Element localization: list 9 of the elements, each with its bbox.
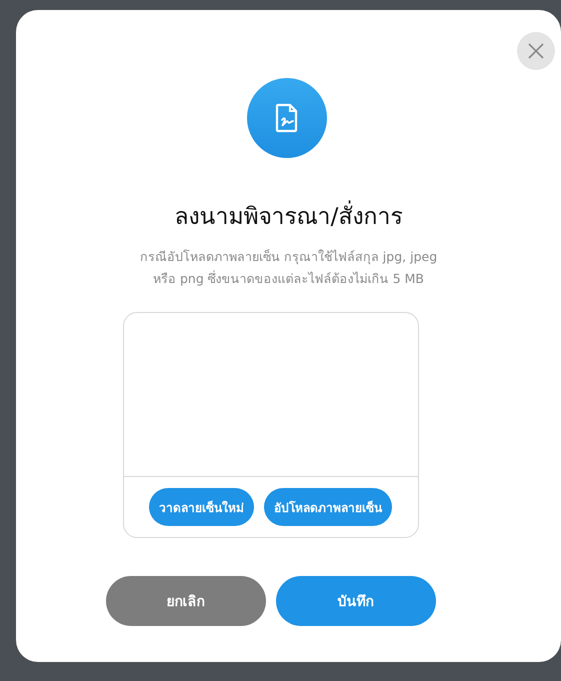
signature-pad[interactable]: วาดลายเซ็นใหม่ อัปโหลดภาพลายเซ็น [122,312,418,538]
upload-instructions: กรณีอัปโหลดภาพลายเซ็น กรุณาใช้ไฟล์สกุล jpg, jpeg หรือ png ซึ่งขนาดของแต่ละไฟล์ต้องไม่เกิน 5 MB [140,248,438,288]
save-button[interactable]: บันทึก [276,576,436,626]
close-icon [527,42,545,60]
dialog-title: ลงนามพิจารณา/สั่งการ [174,198,402,234]
close-button[interactable] [517,32,555,70]
cancel-button[interactable]: ยกเลิก [106,576,266,626]
redraw-button[interactable]: วาดลายเซ็นใหม่ [149,488,254,526]
upload-button[interactable]: อัปโหลดภาพลายเซ็น [264,488,392,526]
